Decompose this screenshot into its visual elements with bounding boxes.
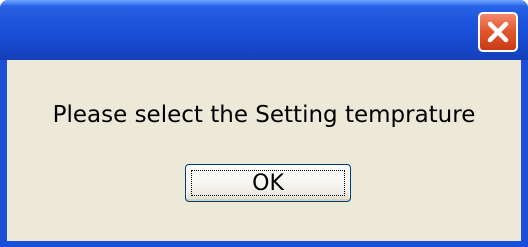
- close-icon: [487, 21, 509, 43]
- dialog-message: Please select the Setting temprature: [52, 102, 476, 128]
- message-dialog: Please select the Setting temprature OK: [0, 0, 528, 247]
- dialog-body: Please select the Setting temprature OK: [7, 60, 521, 241]
- title-bar-highlight: [0, 0, 528, 6]
- ok-button-label: OK: [252, 170, 284, 196]
- close-button[interactable]: [478, 12, 518, 52]
- title-bar[interactable]: [0, 0, 528, 60]
- ok-button[interactable]: OK: [185, 164, 351, 202]
